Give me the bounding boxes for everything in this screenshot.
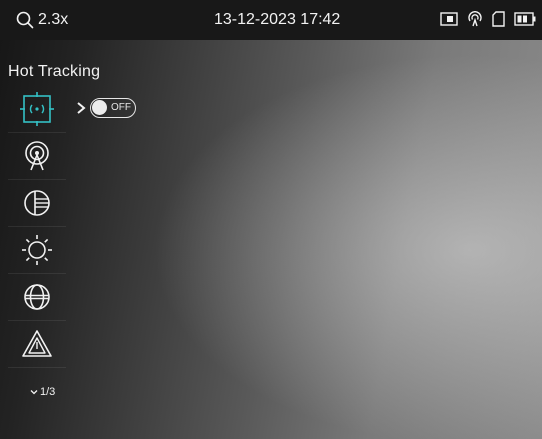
picture-in-picture-icon (440, 12, 458, 26)
page-indicator: 1/3 (30, 386, 55, 398)
menu-title: Hot Tracking (8, 63, 101, 80)
chevron-down-icon (30, 390, 38, 395)
zoom-level: 2.3x (38, 11, 69, 28)
menu-sidebar (8, 86, 66, 368)
magnifier-icon (16, 11, 34, 29)
wifi-hotspot-icon (468, 11, 482, 27)
wifi-hotspot-icon (25, 141, 49, 171)
menu-item-alert[interactable] (8, 321, 66, 368)
date-time: 13-12-2023 17:42 (214, 11, 341, 28)
battery-icon (514, 12, 536, 26)
hot-tracking-icon (20, 92, 54, 126)
page-number: 1/3 (40, 386, 56, 398)
toggle-knob (92, 100, 107, 115)
brightness-icon (22, 235, 52, 265)
warning-icon (22, 330, 52, 357)
menu-item-hot-tracking[interactable] (8, 86, 66, 133)
menu-item-brightness[interactable] (8, 227, 66, 274)
menu-item-hotspot[interactable] (8, 133, 66, 180)
hot-tracking-toggle[interactable]: OFF (90, 98, 136, 118)
menu-item-image-mode[interactable] (8, 180, 66, 227)
image-mode-icon (24, 190, 50, 216)
contrast-icon (24, 284, 50, 310)
menu-item-contrast[interactable] (8, 274, 66, 321)
sd-card-icon (492, 11, 505, 27)
zoom-indicator: 2.3x (16, 8, 68, 32)
toggle-state-label: OFF (111, 102, 131, 113)
status-icons (440, 11, 536, 27)
status-bar: 2.3x 13-12-2023 17:42 (0, 0, 542, 40)
chevron-right-icon (77, 102, 86, 114)
